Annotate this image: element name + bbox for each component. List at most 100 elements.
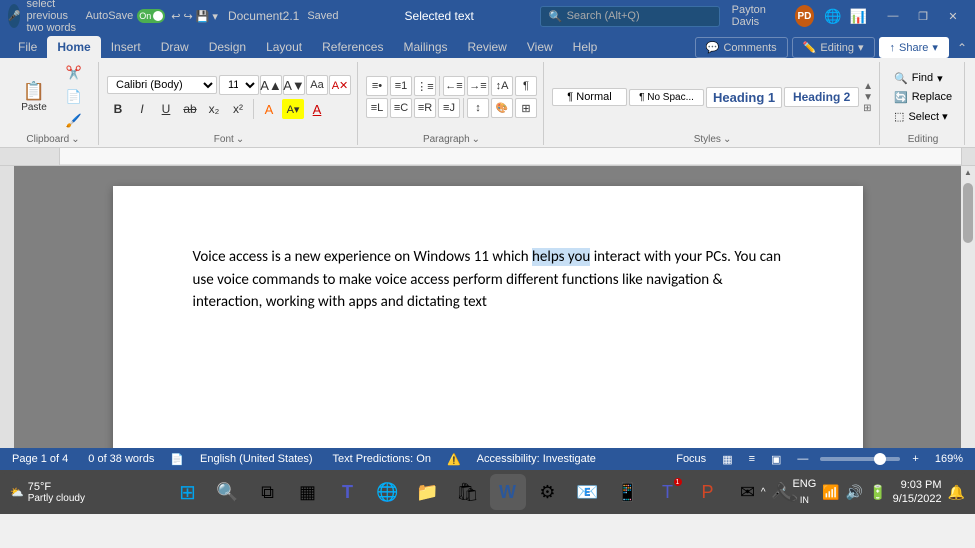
tab-help[interactable]: Help [563,36,608,58]
microsoft-store-icon[interactable]: 🛍 [450,474,486,510]
shading-button[interactable]: 🎨 [491,98,513,118]
collab-icon[interactable]: 🌐 [824,8,841,25]
show-marks-button[interactable]: ¶ [515,76,537,96]
tab-layout[interactable]: Layout [256,36,312,58]
battery-icon[interactable]: 🔋 [869,484,886,501]
file-explorer-icon[interactable]: 📁 [410,474,446,510]
text-predictions-label[interactable]: Text Predictions: On [329,453,435,465]
tab-insert[interactable]: Insert [101,36,151,58]
present-icon[interactable]: 📊 [850,8,867,25]
zoom-plus-button[interactable]: + [908,453,922,465]
edge-browser-icon[interactable]: 🌐 [370,474,406,510]
page-count[interactable]: Page 1 of 4 [8,453,72,465]
paragraph-expand-icon[interactable]: ⌄ [472,134,480,145]
font-family-select[interactable]: Calibri (Body) [107,76,217,94]
restore-button[interactable]: ❐ [909,6,937,26]
phone-link-icon[interactable]: 📱 [610,474,646,510]
line-spacing-button[interactable]: ↕ [467,98,489,118]
volume-icon[interactable]: 🔊 [846,484,863,501]
style-no-spacing[interactable]: ¶ No Spac... [629,89,704,106]
subscript-button[interactable]: x₂ [203,99,225,119]
tab-mailings[interactable]: Mailings [393,36,457,58]
change-case-button[interactable]: Aa [306,75,328,95]
style-normal[interactable]: ¶ Normal [552,88,627,106]
tab-file[interactable]: File [8,36,47,58]
ribbon-collapse-icon[interactable]: ⌃ [957,41,967,55]
zoom-minus-button[interactable]: — [793,453,812,465]
wifi-icon[interactable]: 📶 [822,484,839,501]
underline-button[interactable]: U [155,99,177,119]
bold-button[interactable]: B [107,99,129,119]
close-button[interactable]: ✕ [939,6,967,26]
tab-view[interactable]: View [517,36,563,58]
increase-indent-button[interactable]: →≡ [467,76,489,96]
align-right-button[interactable]: ≡R [414,98,436,118]
teams-chat-icon[interactable]: T 1 [650,474,686,510]
outlook-icon[interactable]: 📧 [570,474,606,510]
find-button[interactable]: 🔍 Find ▾ [888,70,958,87]
weather-widget[interactable]: ⛅ 75°F Partly cloudy [10,481,85,504]
user-avatar[interactable]: PD [795,5,814,27]
undo-icon[interactable]: ↩ [171,10,180,23]
mail-icon[interactable]: ✉ [730,474,766,510]
justify-button[interactable]: ≡J [438,98,460,118]
decrease-font-button[interactable]: A▼ [283,75,305,95]
word-count[interactable]: 0 of 38 words [84,453,158,465]
tab-draw[interactable]: Draw [151,36,199,58]
tab-references[interactable]: References [312,36,393,58]
word-icon[interactable]: W [490,474,526,510]
styles-expand-icon[interactable]: ⌄ [723,134,731,145]
widgets-button[interactable]: ▦ [290,474,326,510]
print-layout-button[interactable]: ▦ [718,453,736,466]
settings-icon[interactable]: ⚙ [530,474,566,510]
font-expand-icon[interactable]: ⌄ [236,134,244,145]
save-icon[interactable]: 💾 [196,10,210,23]
teams-icon[interactable]: T [330,474,366,510]
windows-button[interactable]: ⊞ [170,474,206,510]
tab-home[interactable]: Home [47,36,100,58]
strikethrough-button[interactable]: ab [179,99,201,119]
clock[interactable]: 9:03 PM 9/15/2022 [893,478,942,507]
font-size-select[interactable]: 11 [219,75,259,95]
mic-button[interactable]: 🎤 [8,4,20,28]
tab-design[interactable]: Design [199,36,256,58]
powerpoint-icon[interactable]: P [690,474,726,510]
search-button[interactable]: 🔍 [210,474,246,510]
clipboard-expand-icon[interactable]: ⌄ [71,134,79,145]
styles-scroll-up[interactable]: ▲ [863,81,873,92]
comments-button[interactable]: 💬 Comments [695,37,788,58]
minimize-button[interactable]: — [879,6,907,26]
tab-review[interactable]: Review [458,36,517,58]
zoom-slider[interactable] [820,457,900,461]
cut-button[interactable]: ✂️ [56,62,92,84]
styles-expand[interactable]: ⊞ [863,103,873,114]
borders-button[interactable]: ⊞ [515,98,537,118]
redo-icon[interactable]: ↪ [184,10,193,23]
scrollbar-right[interactable]: ▲ [961,166,975,448]
share-button[interactable]: ↑ Share ▾ [879,37,949,58]
highlight-button[interactable]: A▾ [282,99,304,119]
copy-button[interactable]: 📄 [56,86,92,108]
document[interactable]: Voice access is a new experience on Wind… [113,186,863,448]
italic-button[interactable]: I [131,99,153,119]
clear-format-button[interactable]: A✕ [329,75,351,95]
read-mode-button[interactable]: ▣ [767,453,785,466]
bullet-list-button[interactable]: ≡• [366,76,388,96]
zoom-level[interactable]: 169% [931,453,967,465]
autosave-toggle[interactable]: On [137,9,165,23]
editing-button[interactable]: ✏️ Editing ▾ [792,37,875,58]
notification-center-icon[interactable]: 🔔 [948,484,965,501]
numbered-list-button[interactable]: ≡1 [390,76,412,96]
document-area[interactable]: Voice access is a new experience on Wind… [14,166,961,448]
increase-font-button[interactable]: A▲ [260,75,282,95]
sort-button[interactable]: ↕A [491,76,513,96]
scroll-up-arrow[interactable]: ▲ [962,166,974,179]
styles-scroll-down[interactable]: ▼ [863,92,873,103]
quick-access-more[interactable]: ▾ [212,10,218,23]
style-heading2[interactable]: Heading 2 [784,87,859,107]
select-button[interactable]: ⬚ Select ▾ [888,108,958,125]
scroll-thumb[interactable] [963,183,973,243]
paste-button[interactable]: 📋 Paste [14,79,54,116]
superscript-button[interactable]: x² [227,99,249,119]
font-color-button[interactable]: A [306,99,328,119]
